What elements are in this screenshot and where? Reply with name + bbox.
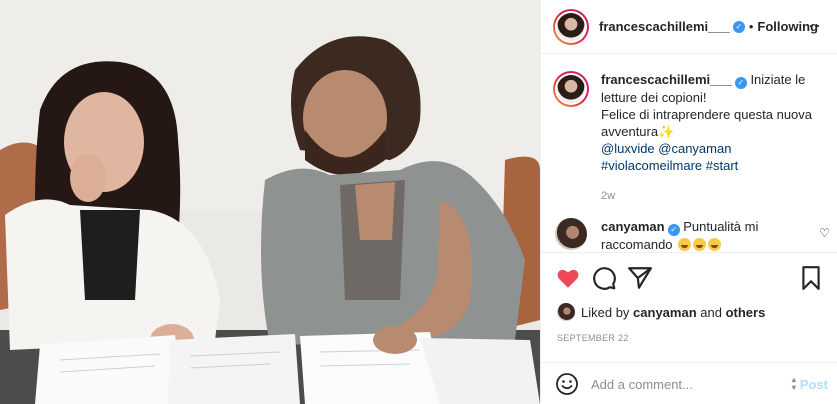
grin-emoji-icon [693,238,707,251]
grin-emoji-icon [678,238,692,251]
post-date[interactable]: SEPTEMBER 22 [557,333,629,343]
verified-badge-icon: ✓ [732,20,745,33]
post-photo[interactable] [0,0,540,404]
resize-arrows-icon: ▴ ▾ [791,375,796,392]
caption-line-2: Felice di intraprendere questa nuova avv… [601,107,813,139]
more-options-icon[interactable]: ··· [801,16,822,34]
likes-conjunction: and [700,304,722,320]
photo-illustration [0,0,540,404]
emoji-picker-icon[interactable] [555,372,579,396]
post-comment-button[interactable]: ▴ ▾ Post [792,376,828,392]
comment-item: canyaman ✓ Puntualità mi raccomando [553,218,828,251]
caption-avatar[interactable] [553,71,589,107]
author-avatar[interactable] [553,8,589,45]
header-meta: francescachillemi___ ✓ • Following [599,19,818,34]
instagram-post: francescachillemi___ ✓ • Following ··· f… [0,0,837,404]
liker-username[interactable]: canyaman [633,305,697,320]
sparkle-emoji-icon: ✨ [658,124,675,139]
author-username[interactable]: francescachillemi___ [599,19,730,34]
comment-icon[interactable] [591,265,617,291]
comment-like-icon[interactable]: ♡ [819,226,830,240]
commenter-avatar[interactable] [555,218,587,250]
grin-emoji-icon [708,238,722,251]
comments-section: francescachillemi___ ✓ Iniziate le lettur… [541,55,837,251]
caption-timestamp[interactable]: 2w [601,188,827,205]
share-icon[interactable] [627,265,653,291]
comment-body: canyaman ✓ Puntualità mi raccomando [601,218,807,251]
post-header: francescachillemi___ ✓ • Following ··· [541,0,837,54]
header-separator: • [748,19,754,34]
add-comment-input[interactable] [591,374,777,394]
likes-others-link[interactable]: others [726,305,766,320]
action-bar [541,252,837,304]
commenter-username[interactable]: canyaman [601,219,665,234]
post-side-panel: francescachillemi___ ✓ • Following ··· f… [540,0,837,404]
verified-badge-icon: ✓ [667,224,680,236]
verified-badge-icon: ✓ [734,77,747,89]
caption-tags[interactable]: @luxvide @canyaman #violacomeilmare #sta… [601,141,738,173]
caption-username[interactable]: francescachillemi___ [601,72,732,87]
bookmark-icon[interactable] [798,265,824,291]
add-comment-bar: ▴▾ Post [541,362,837,404]
heart-icon[interactable] [555,265,581,291]
caption-body: francescachillemi___ ✓ Iniziate le lettur… [601,71,827,205]
caption: francescachillemi___ ✓ Iniziate le lettur… [553,71,828,205]
likes-prefix: Liked by [581,304,630,320]
post-button-label: Post [799,376,828,392]
liker-avatar[interactable] [557,303,575,321]
likes-summary: Liked by canyaman and others [557,303,765,321]
